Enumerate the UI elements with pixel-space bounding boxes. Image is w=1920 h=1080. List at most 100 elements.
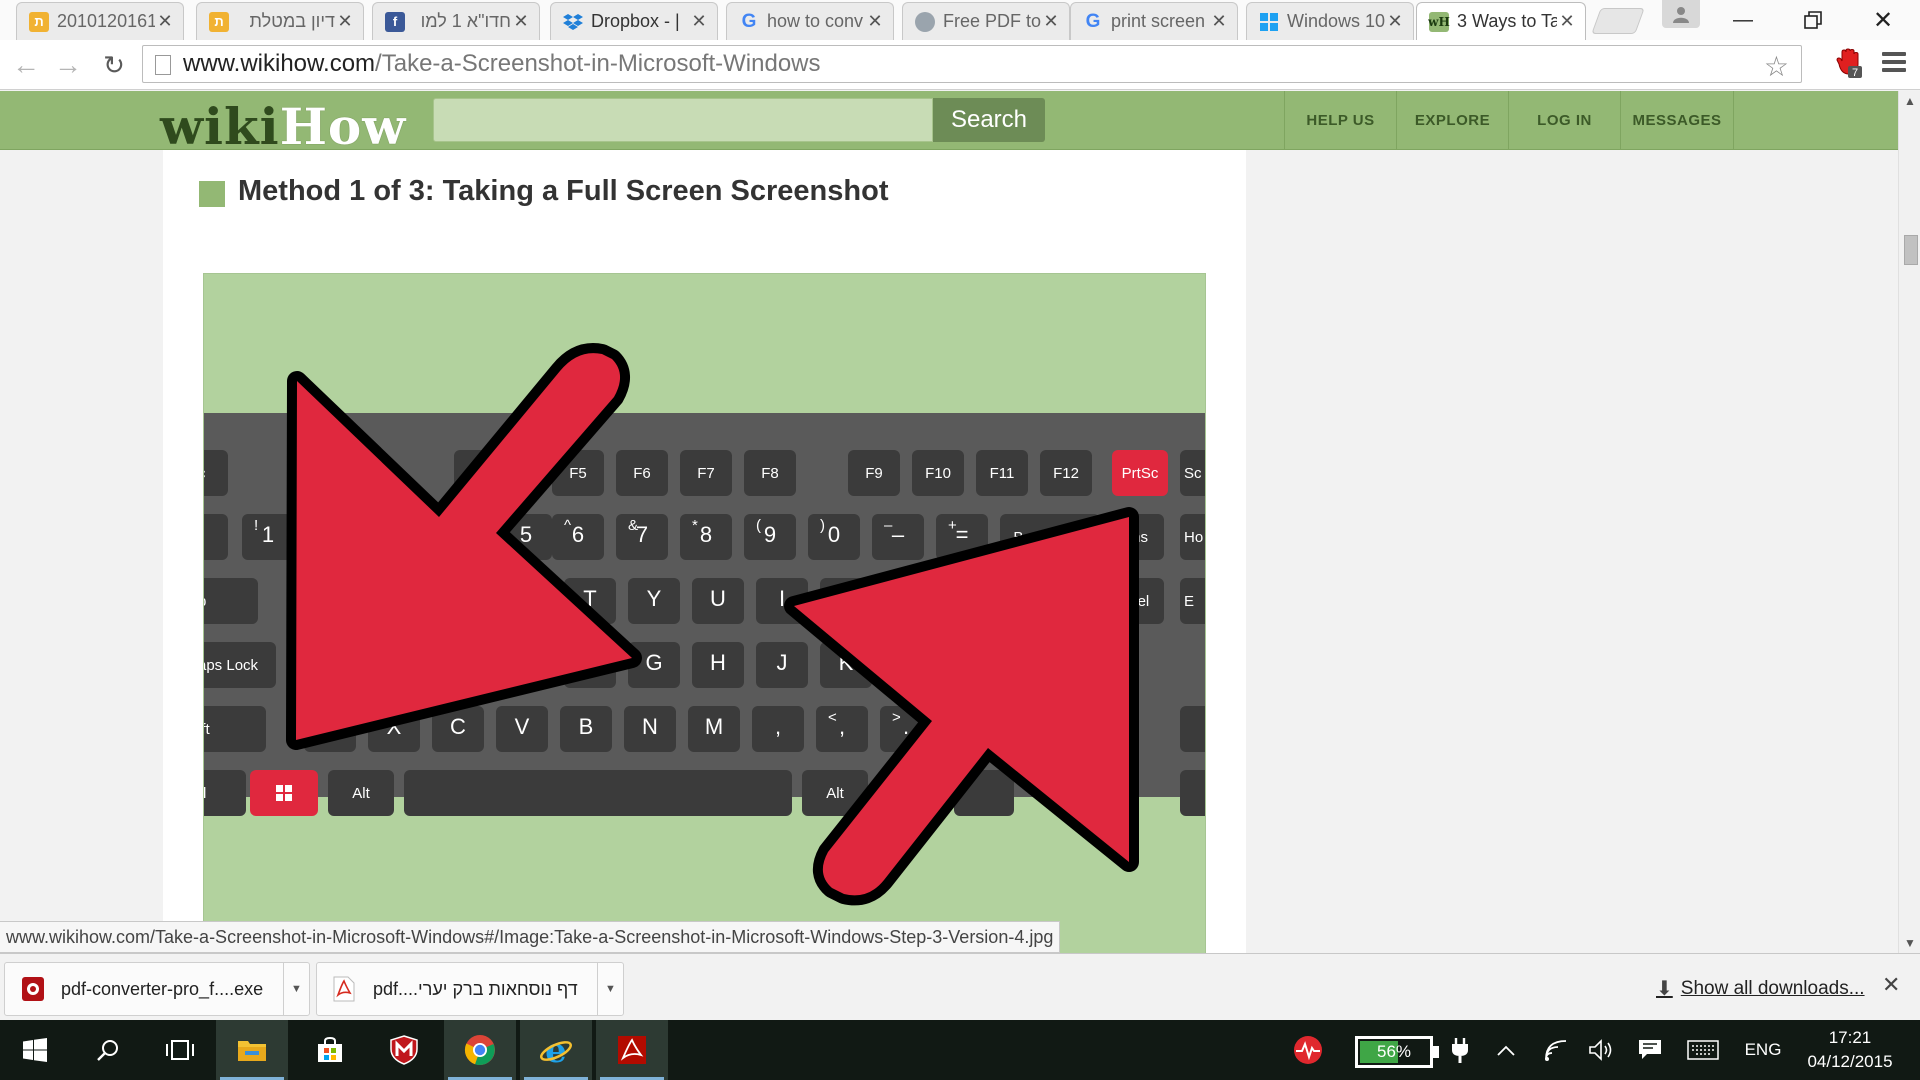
keyboard-key: aps Lock [204,642,276,688]
google-icon: G [741,10,757,32]
prtsc-key: PrtSc [1112,450,1168,496]
scrollbar-thumb[interactable] [1904,235,1918,265]
key-shift-label: – [884,517,893,534]
vertical-scrollbar[interactable]: ▲ ▼ [1898,91,1920,953]
scroll-up-arrow-icon[interactable]: ▲ [1899,91,1920,111]
show-all-downloads-link[interactable]: ⬇ Show all downloads... [1656,976,1865,1001]
keyboard-key: Alt [328,770,394,816]
key-label: Y [647,586,662,611]
system-clock[interactable]: 17:21 04/12/2015 [1800,1026,1900,1074]
close-tab-icon[interactable]: ✕ [155,11,175,32]
tapuz-icon: ת [29,11,49,32]
close-shelf-icon[interactable]: ✕ [1882,972,1900,998]
search-icon[interactable] [72,1020,144,1080]
internet-explorer-icon[interactable]: e [520,1020,592,1080]
keyboard-key: 9( [744,514,796,560]
restore-icon[interactable] [1783,0,1843,40]
close-tab-icon[interactable]: ✕ [1209,11,1229,32]
plug-icon[interactable] [1440,1020,1480,1080]
chrome-icon[interactable] [444,1020,516,1080]
bookmark-star-icon[interactable]: ☆ [1764,50,1789,83]
keyboard-key: ,< [816,706,868,752]
browser-tab[interactable]: ת 2010120161 ✕ [16,2,184,40]
nav-explore[interactable]: EXPLORE [1396,91,1508,150]
key-label: 1 [262,522,274,547]
windows-taskbar: e 56% ENG 17:21 04/12/2015 [0,1020,1920,1080]
input-language[interactable]: ENG [1738,1020,1788,1080]
key-label: F6 [633,465,651,482]
download-filename: דף נוסחאות ברק יערי....pdf [373,978,578,999]
volume-icon[interactable] [1582,1020,1622,1080]
search-button[interactable]: Search [933,98,1045,142]
keyboard-illustration: cF4F5F6F7F8F9F10F11F12PrtScSc1!56^7&8*9(… [204,343,1205,906]
close-tab-icon[interactable]: ✕ [865,11,885,32]
address-bar[interactable]: www.wikihow.com/Take-a-Screenshot-in-Mic… [142,45,1802,83]
step-image[interactable]: cF4F5F6F7F8F9F10F11F12PrtScSc1!56^7&8*9(… [203,273,1206,953]
browser-tab[interactable]: G print screen ✕ [1070,2,1238,40]
logo-how-text: How [279,97,407,156]
key-label: F9 [865,465,883,482]
ad-block-extension-icon[interactable]: 7 [1834,48,1864,79]
store-icon[interactable] [294,1020,366,1080]
download-item[interactable]: pdf-converter-pro_f....exe ▼ [4,962,310,1016]
close-tab-icon[interactable]: ✕ [511,11,531,32]
profile-icon[interactable] [1662,0,1700,28]
close-tab-icon[interactable]: ✕ [1385,11,1405,32]
keyboard-key: 8* [680,514,732,560]
key-label: ift [204,721,211,738]
battery-indicator[interactable]: 56% [1355,1036,1439,1068]
forward-button[interactable]: → [50,49,86,80]
wifi-icon[interactable] [1536,1020,1576,1080]
browser-tab[interactable]: f חדו"א 1 למו ✕ [372,2,540,40]
reload-button[interactable]: ↻ [96,50,132,80]
wikihow-icon: wH [1428,11,1450,32]
show-hidden-icons-chevron-icon[interactable] [1486,1020,1526,1080]
key-label: N [642,714,658,739]
download-options-caret-icon[interactable]: ▼ [283,962,309,1016]
keyboard-key: Ho [1180,514,1205,560]
acrobat-icon[interactable] [596,1020,668,1080]
file-explorer-icon[interactable] [216,1020,288,1080]
mcafee-icon[interactable] [368,1020,440,1080]
close-tab-icon[interactable]: ✕ [1041,11,1061,32]
browser-tab[interactable]: Dropbox - | ✕ [550,2,718,40]
browser-tab[interactable]: Windows 10 ✕ [1246,2,1414,40]
start-icon[interactable] [0,1020,70,1080]
tapuz-icon: ת [209,11,229,32]
nav-log-in[interactable]: LOG IN [1508,91,1620,150]
space-key [404,770,792,816]
minimize-icon[interactable]: — [1713,0,1773,40]
health-monitor-icon[interactable] [1288,1020,1328,1080]
close-window-icon[interactable]: ✕ [1853,0,1913,40]
close-tab-icon[interactable]: ✕ [689,11,709,32]
browser-tab[interactable]: ת דיון במטלת ✕ [196,2,364,40]
close-tab-icon[interactable]: ✕ [335,11,355,32]
keyboard-key: N [624,706,676,752]
browser-tab-active[interactable]: wH 3 Ways to Ta ✕ [1416,2,1586,40]
download-options-caret-icon[interactable]: ▼ [597,962,623,1016]
key-label: Alt [826,785,844,802]
key-label: PrtSc [1122,465,1159,482]
new-tab-button[interactable] [1591,8,1645,34]
download-item[interactable]: דף נוסחאות ברק יערי....pdf ▼ [316,962,624,1016]
facebook-icon: f [385,11,405,32]
key-label: 8 [700,522,712,547]
chrome-menu-icon[interactable] [1882,52,1906,76]
nav-messages[interactable]: MESSAGES [1620,91,1734,150]
action-center-icon[interactable] [1630,1020,1670,1080]
show-all-label: Show all downloads... [1680,977,1865,999]
download-filename: pdf-converter-pro_f....exe [61,978,264,999]
article-body: Method 1 of 3: Taking a Full Screen Scre… [163,150,1246,953]
scroll-down-arrow-icon[interactable]: ▼ [1899,933,1920,953]
browser-tab[interactable]: G how to conv ✕ [726,2,894,40]
close-tab-icon[interactable]: ✕ [1557,11,1577,32]
nav-help-us[interactable]: HELP US [1284,91,1396,150]
keyboard-key: J [756,642,808,688]
back-button[interactable]: ← [8,49,44,80]
site-search-input[interactable] [433,98,933,142]
task-view-icon[interactable] [144,1020,216,1080]
touch-keyboard-icon[interactable] [1678,1020,1728,1080]
keyboard-key: F11 [976,450,1028,496]
browser-tab[interactable]: Free PDF to ✕ [902,2,1070,40]
wikihow-logo[interactable]: wikiHow [160,97,406,156]
